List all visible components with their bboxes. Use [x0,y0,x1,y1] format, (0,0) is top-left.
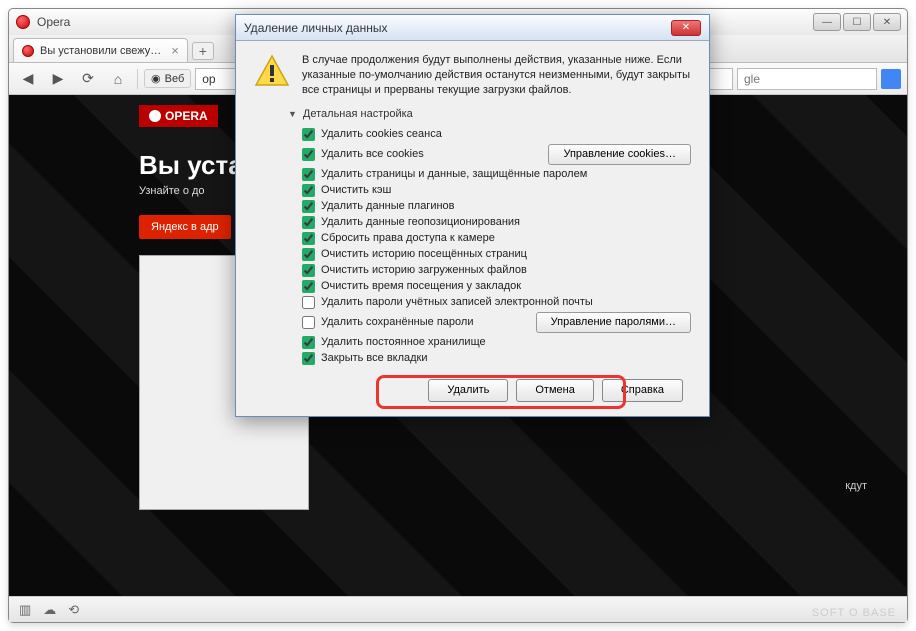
option-label: Очистить время посещения у закладок [321,280,521,292]
delete-button[interactable]: Удалить [428,379,508,402]
option-row: Удалить cookies сеанса [302,128,691,141]
option-checkbox[interactable] [302,148,315,161]
option-row: Закрыть все вкладки [302,352,691,365]
page-headline: Вы уста [139,150,243,181]
tab-active[interactable]: Вы установили свежу… × [13,38,188,62]
option-row: Удалить постоянное хранилище [302,336,691,349]
option-label: Очистить историю загруженных файлов [321,264,527,276]
close-button[interactable]: ✕ [873,13,901,31]
sync-icon[interactable]: ⟲ [68,602,79,618]
option-label: Закрыть все вкладки [321,352,428,364]
option-label: Удалить сохранённые пароли [321,316,473,328]
help-button[interactable]: Справка [602,379,683,402]
dialog-button-row: Удалить Отмена Справка [254,379,691,402]
option-row: Очистить кэш [302,184,691,197]
option-checkbox[interactable] [302,200,315,213]
option-label: Удалить cookies сеанса [321,128,442,140]
option-checkbox[interactable] [302,264,315,277]
cancel-button[interactable]: Отмена [516,379,593,402]
option-checkbox[interactable] [302,352,315,365]
close-tab-icon[interactable]: × [171,43,179,58]
home-button[interactable]: ⌂ [105,67,131,91]
statusbar: ▥ ☁ ⟲ [9,596,907,622]
option-row: Удалить страницы и данные, защищённые па… [302,168,691,181]
globe-icon: ◉ [151,72,161,85]
dialog-title: Удаление личных данных [244,21,387,35]
option-checkbox[interactable] [302,316,315,329]
option-label: Очистить кэш [321,184,391,196]
option-row: Удалить данные плагинов [302,200,691,213]
detail-settings-header[interactable]: ▼ Детальная настройка [288,108,691,120]
option-label: Удалить данные плагинов [321,200,455,212]
option-label: Удалить данные геопозиционирования [321,216,520,228]
option-label: Удалить пароли учётных записей электронн… [321,296,593,308]
option-row: Сбросить права доступа к камере [302,232,691,245]
delete-private-data-dialog: Удаление личных данных ✕ В случае продол… [235,14,710,417]
option-row: Очистить историю загруженных файлов [302,264,691,277]
manage-passwords-button[interactable]: Управление паролями… [536,312,691,333]
warning-icon [254,53,290,98]
option-checkbox[interactable] [302,296,315,309]
address-prefix[interactable]: ◉ Веб [144,69,191,88]
opera-icon [15,14,31,30]
new-tab-button[interactable]: + [192,42,214,60]
collapse-arrow-icon: ▼ [288,109,297,119]
waits-text: кдут [845,480,867,492]
option-checkbox[interactable] [302,184,315,197]
manage-cookies-button[interactable]: Управление cookies… [548,144,691,165]
maximize-button[interactable]: ☐ [843,13,871,31]
option-label: Удалить постоянное хранилище [321,336,486,348]
dialog-close-button[interactable]: ✕ [671,20,701,36]
opera-logo-badge: OPERA [139,105,218,127]
search-box[interactable] [737,68,877,90]
option-row: Удалить данные геопозиционирования [302,216,691,229]
dialog-warning-text: В случае продолжения будут выполнены дей… [302,53,691,98]
forward-button[interactable]: ▶ [45,67,71,91]
yandex-button[interactable]: Яндекс в адр [139,215,231,239]
option-checkbox[interactable] [302,248,315,261]
option-label: Очистить историю посещённых страниц [321,248,527,260]
opera-icon [22,45,34,57]
option-row: Удалить все cookies Управление cookies… [302,144,691,165]
cloud-icon[interactable]: ☁ [43,602,56,618]
option-row: Очистить историю посещённых страниц [302,248,691,261]
option-label: Удалить все cookies [321,148,424,160]
option-checkbox[interactable] [302,128,315,141]
search-engine-icon[interactable] [881,69,901,89]
window-title: Opera [37,15,70,29]
option-row: Очистить время посещения у закладок [302,280,691,293]
tab-label: Вы установили свежу… [40,45,161,57]
option-label: Сбросить права доступа к камере [321,232,495,244]
page-subline: Узнайте о до [139,185,205,197]
option-row: Удалить пароли учётных записей электронн… [302,296,691,309]
watermark: SOFT O BASE [812,607,896,619]
reload-button[interactable]: ⟳ [75,67,101,91]
option-row: Удалить сохранённые пароли Управление пар… [302,312,691,333]
option-checkbox[interactable] [302,232,315,245]
panel-icon[interactable]: ▥ [19,602,31,618]
option-checkbox[interactable] [302,168,315,181]
option-label: Удалить страницы и данные, защищённые па… [321,168,587,180]
option-checkbox[interactable] [302,336,315,349]
minimize-button[interactable]: — [813,13,841,31]
option-checkbox[interactable] [302,280,315,293]
back-button[interactable]: ◀ [15,67,41,91]
option-checkbox[interactable] [302,216,315,229]
dialog-titlebar: Удаление личных данных ✕ [236,15,709,41]
